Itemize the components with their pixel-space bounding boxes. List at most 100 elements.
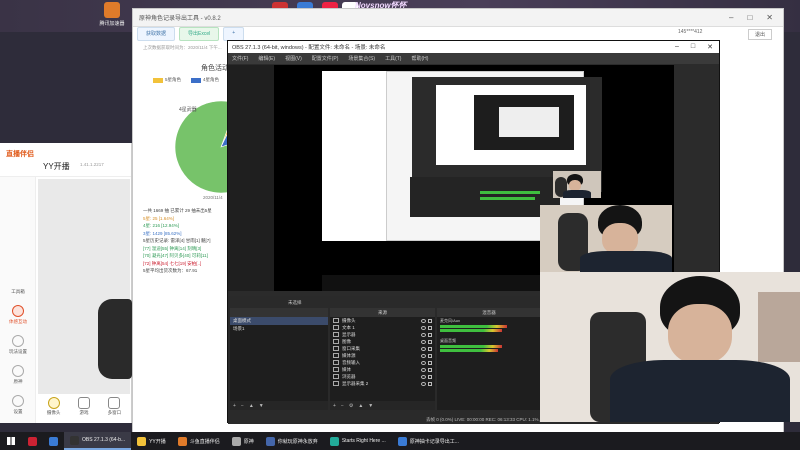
maximize-icon[interactable]: □	[691, 43, 695, 51]
eye-icon[interactable]	[421, 367, 426, 372]
obs-menu-item[interactable]: 文件(F)	[232, 55, 248, 62]
obs-menu-item[interactable]: 场景集合(S)	[348, 55, 375, 62]
sources-list: 摄像头 文本 1 显示器 图像 窗口采集 媒体源 音频输入 媒体 浏览器 显示器采集 2	[330, 317, 435, 387]
mixer-channel[interactable]: 桌面音频	[437, 337, 541, 357]
lock-icon[interactable]	[428, 360, 432, 365]
app-icon	[397, 436, 407, 446]
pie-title: 角色活动	[201, 65, 229, 72]
taskbar-item[interactable]: Starts Right Here ...	[324, 432, 392, 450]
taskbar-item[interactable]: 原神抽卡记录导出工...	[392, 432, 465, 450]
scene-selector[interactable]: 未选择	[288, 300, 302, 306]
taskbar-item[interactable]: 斗鱼直播伴侣	[172, 432, 226, 450]
sidebar-item-interaction[interactable]: 体感互动	[2, 305, 34, 325]
taskbar-item[interactable]: 你就玩原神永放弃	[260, 432, 324, 450]
lock-icon[interactable]	[428, 325, 432, 330]
camera-button[interactable]: 摄像头	[47, 397, 60, 416]
source-type-icon	[333, 318, 339, 323]
eye-icon[interactable]	[421, 325, 426, 330]
taskbar-item[interactable]: 原神	[226, 432, 260, 450]
taskbar-item[interactable]	[22, 432, 43, 450]
obs-menubar: 文件(F) 编辑(E) 视图(V) 配置文件(P) 场景集合(S) 工具(T) 帮助(H)	[228, 53, 719, 64]
add-icon[interactable]: +	[233, 403, 236, 409]
source-item[interactable]: 显示器	[330, 331, 435, 338]
eye-icon[interactable]	[421, 353, 426, 358]
game-icon	[77, 397, 90, 409]
source-item[interactable]: 摄像头	[330, 317, 435, 324]
lock-icon[interactable]	[428, 374, 432, 379]
eye-icon[interactable]	[421, 332, 426, 337]
stats-window-title: 原神角色记录导出工具 - v0.8.2	[139, 16, 221, 22]
level-meter	[440, 349, 498, 352]
taskbar-item[interactable]: OBS 27.1.3 (64-b...	[64, 432, 132, 450]
source-item[interactable]: 窗口采集	[330, 345, 435, 352]
eye-icon[interactable]	[421, 374, 426, 379]
tab-export-excel[interactable]: 导出Excel	[179, 27, 220, 41]
lock-icon[interactable]	[428, 318, 432, 323]
lock-icon[interactable]	[428, 332, 432, 337]
minimize-icon[interactable]: –	[729, 13, 733, 22]
lock-icon[interactable]	[428, 339, 432, 344]
tab-add[interactable]: +	[223, 27, 245, 41]
move-up-icon[interactable]: ▲	[358, 403, 363, 409]
source-type-icon	[333, 332, 339, 337]
tab-fetch-data[interactable]: 获取数据	[137, 27, 176, 41]
source-type-icon	[333, 374, 339, 379]
nested-panels	[410, 177, 560, 217]
source-item[interactable]: 浏览器	[330, 373, 435, 380]
source-item[interactable]: 媒体	[330, 366, 435, 373]
sidebar-item-genshin[interactable]: 原神	[2, 365, 34, 385]
lock-icon[interactable]	[428, 367, 432, 372]
account-field[interactable]: 145****412	[678, 29, 702, 35]
sidebar-item-toolbox[interactable]: 工具箱	[2, 289, 34, 295]
source-type-icon	[333, 367, 339, 372]
stat-line: [72] 钟离[54] 七七[19] 安柏[..]	[143, 260, 202, 266]
source-item[interactable]: 文本 1	[330, 324, 435, 331]
remove-icon[interactable]: −	[241, 403, 244, 409]
move-down-icon[interactable]: ▼	[259, 403, 264, 409]
eye-icon[interactable]	[421, 346, 426, 351]
mixer-channel[interactable]: 麦克风/Aux	[437, 317, 541, 337]
taskbar-item[interactable]: YY开播	[131, 432, 172, 450]
remove-icon[interactable]: −	[341, 403, 344, 409]
close-icon[interactable]: ✕	[707, 43, 713, 51]
start-button[interactable]	[0, 432, 22, 450]
maximize-icon[interactable]: □	[747, 13, 752, 22]
minimize-icon[interactable]: –	[675, 43, 679, 51]
eye-icon[interactable]	[421, 318, 426, 323]
game-button[interactable]: 游戏	[77, 397, 90, 416]
nested-preview	[499, 107, 559, 137]
taskbar-item[interactable]	[43, 432, 64, 450]
source-item[interactable]: 媒体源	[330, 352, 435, 359]
stat-summary: 一共 1669 抽 已累计 29 抽未出5星 5星: 25 [1.64%] 4星: …	[143, 207, 238, 275]
obs-menu-item[interactable]: 帮助(H)	[411, 55, 428, 62]
eye-icon[interactable]	[421, 360, 426, 365]
lock-icon[interactable]	[428, 346, 432, 351]
eye-icon[interactable]	[421, 339, 426, 344]
obs-menu-item[interactable]: 编辑(E)	[258, 55, 275, 62]
gear-icon[interactable]: ⚙	[349, 403, 353, 409]
add-icon[interactable]: +	[333, 403, 336, 409]
source-item[interactable]: 显示器采集 2	[330, 380, 435, 387]
lock-icon[interactable]	[428, 353, 432, 358]
eye-icon[interactable]	[421, 381, 426, 386]
sidebar-item-gameplay[interactable]: 玩法设置	[2, 335, 34, 355]
stats-window-titlebar: 原神角色记录导出工具 - v0.8.2 – □ ✕	[133, 9, 783, 27]
multiwindow-button[interactable]: 多窗口	[108, 397, 121, 416]
obs-menu-item[interactable]: 工具(T)	[385, 55, 401, 62]
source-item[interactable]: 图像	[330, 338, 435, 345]
obs-menu-item[interactable]: 配置文件(P)	[312, 55, 339, 62]
mixer-panel: 混音器 麦克风/Aux 桌面音频	[437, 308, 541, 410]
obs-menu-item[interactable]: 视图(V)	[285, 55, 302, 62]
obs-preview-margin	[228, 65, 274, 291]
level-meter	[440, 325, 507, 328]
close-icon[interactable]: ✕	[766, 13, 773, 22]
move-down-icon[interactable]: ▼	[368, 403, 373, 409]
lock-icon[interactable]	[428, 381, 432, 386]
scene-item[interactable]: 桌面模式	[230, 317, 328, 325]
scene-item[interactable]: 场景1	[230, 325, 328, 333]
move-up-icon[interactable]: ▲	[249, 403, 254, 409]
source-item[interactable]: 音频输入	[330, 359, 435, 366]
sidebar-item-settings[interactable]: 设置	[2, 395, 34, 415]
desktop-icon-accelerator[interactable]: 腾讯加速器	[92, 2, 132, 27]
exit-button[interactable]: 退出	[748, 29, 773, 40]
